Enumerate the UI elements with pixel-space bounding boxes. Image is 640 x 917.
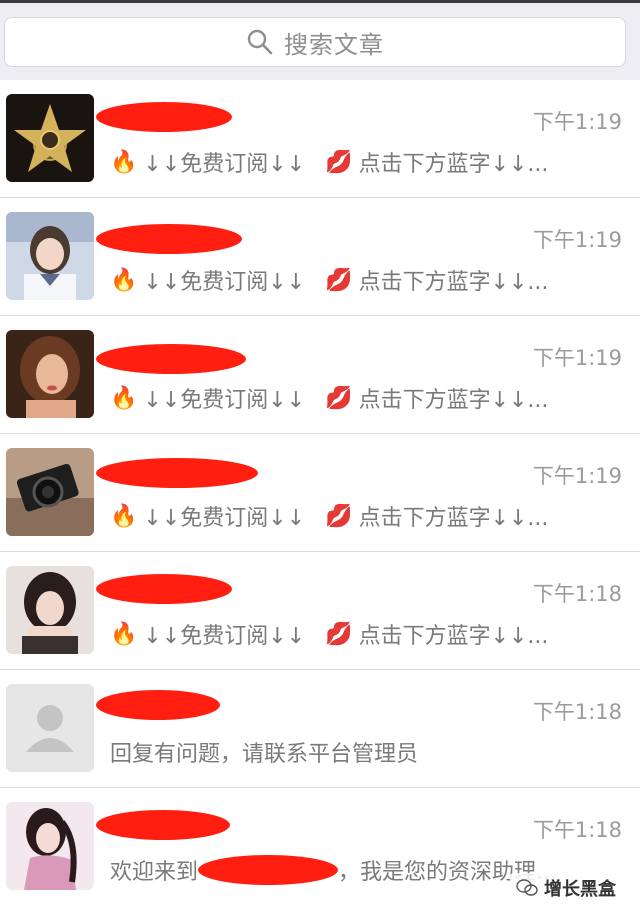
fire-icon: 🔥 (110, 503, 138, 529)
preview-text-1: ↓↓免费订阅↓↓ (143, 152, 306, 177)
redacted-name (96, 224, 242, 254)
fire-icon: 🔥 (110, 385, 138, 411)
redacted-name (96, 810, 230, 840)
redacted-name (96, 690, 220, 720)
search-placeholder: 搜索文章 (284, 30, 384, 59)
fire-icon: 🔥 (110, 267, 138, 293)
preview-text-1: ↓↓免费订阅↓↓ (143, 624, 306, 649)
article-list-screen: 搜索文章 下午1:19 🔥 ↓↓免费订阅↓↓ 💋 点击下方蓝字↓↓... 下午1… (0, 0, 640, 917)
preview-text-1: ↓↓免费订阅↓↓ (143, 270, 306, 295)
star-film-avatar (6, 94, 94, 182)
message-preview: 🔥 ↓↓免费订阅↓↓ 💋 点击下方蓝字↓↓... (110, 382, 600, 414)
preview-text-2: 点击下方蓝字↓↓... (358, 624, 549, 649)
girl-hands-avatar (6, 566, 94, 654)
chat-list: 下午1:19 🔥 ↓↓免费订阅↓↓ 💋 点击下方蓝字↓↓... 下午1:19 🔥… (0, 80, 640, 906)
preview-text-2: 点击下方蓝字↓↓... (358, 388, 549, 413)
lips-icon: 💋 (325, 503, 353, 529)
preview-text-2: 点击下方蓝字↓↓... (358, 270, 549, 295)
redacted-inline (198, 855, 339, 885)
woman-portrait-avatar (6, 330, 94, 418)
search-icon (247, 29, 273, 55)
lips-icon: 💋 (325, 621, 353, 647)
message-time: 下午1:18 (532, 700, 622, 724)
default-person-avatar (6, 684, 94, 772)
message-time: 下午1:19 (532, 228, 622, 252)
camera-avatar (6, 448, 94, 536)
message-time: 下午1:18 (532, 818, 622, 842)
message-preview: 🔥 ↓↓免费订阅↓↓ 💋 点击下方蓝字↓↓... (110, 618, 600, 650)
redacted-name (96, 574, 232, 604)
message-time: 下午1:18 (532, 582, 622, 606)
preview-text-2: 点击下方蓝字↓↓... (358, 152, 549, 177)
message-time: 下午1:19 (532, 464, 622, 488)
preview-text-2: 点击下方蓝字↓↓... (358, 506, 549, 531)
wechat-icon (516, 879, 538, 896)
search-bar: 搜索文章 (0, 0, 640, 80)
girl-photo-avatar (6, 212, 94, 300)
painted-woman-avatar (6, 802, 94, 890)
lips-icon: 💋 (325, 149, 353, 175)
message-preview: 🔥 ↓↓免费订阅↓↓ 💋 点击下方蓝字↓↓... (110, 146, 600, 178)
fire-icon: 🔥 (110, 621, 138, 647)
redacted-name (96, 344, 246, 374)
search-input[interactable]: 搜索文章 (4, 17, 626, 67)
watermark: 增长黑盒 (510, 873, 622, 903)
lips-icon: 💋 (325, 267, 353, 293)
list-item[interactable]: 下午1:19 🔥 ↓↓免费订阅↓↓ 💋 点击下方蓝字↓↓... (0, 198, 640, 316)
message-time: 下午1:19 (532, 110, 622, 134)
message-time: 下午1:19 (532, 346, 622, 370)
list-item[interactable]: 下午1:19 🔥 ↓↓免费订阅↓↓ 💋 点击下方蓝字↓↓... (0, 80, 640, 198)
redacted-name (96, 102, 232, 132)
preview-text: 回复有问题，请联系平台管理员 (110, 742, 419, 767)
message-preview: 🔥 ↓↓免费订阅↓↓ 💋 点击下方蓝字↓↓... (110, 500, 600, 532)
list-item[interactable]: 下午1:18 回复有问题，请联系平台管理员 (0, 670, 640, 788)
preview-text-1: ↓↓免费订阅↓↓ (143, 388, 306, 413)
list-item[interactable]: 下午1:19 🔥 ↓↓免费订阅↓↓ 💋 点击下方蓝字↓↓... (0, 316, 640, 434)
fire-icon: 🔥 (110, 149, 138, 175)
list-item[interactable]: 下午1:18 🔥 ↓↓免费订阅↓↓ 💋 点击下方蓝字↓↓... (0, 552, 640, 670)
watermark-text: 增长黑盒 (544, 879, 616, 900)
preview-text-1: 欢迎来到 (110, 860, 199, 885)
redacted-name (96, 458, 258, 488)
message-preview: 回复有问题，请联系平台管理员 (110, 736, 600, 768)
message-preview: 🔥 ↓↓免费订阅↓↓ 💋 点击下方蓝字↓↓... (110, 264, 600, 296)
list-item[interactable]: 下午1:19 🔥 ↓↓免费订阅↓↓ 💋 点击下方蓝字↓↓... (0, 434, 640, 552)
preview-text-1: ↓↓免费订阅↓↓ (143, 506, 306, 531)
lips-icon: 💋 (325, 385, 353, 411)
